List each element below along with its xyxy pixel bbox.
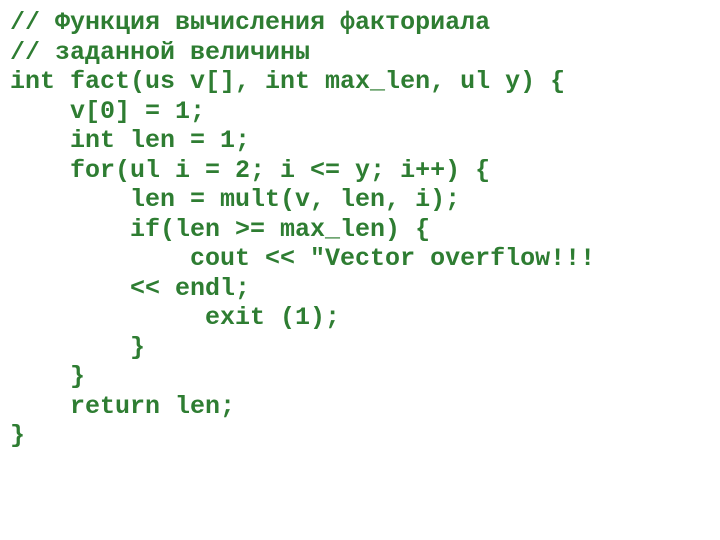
code-block: // Функция вычисления факториала // зада… (0, 0, 720, 459)
